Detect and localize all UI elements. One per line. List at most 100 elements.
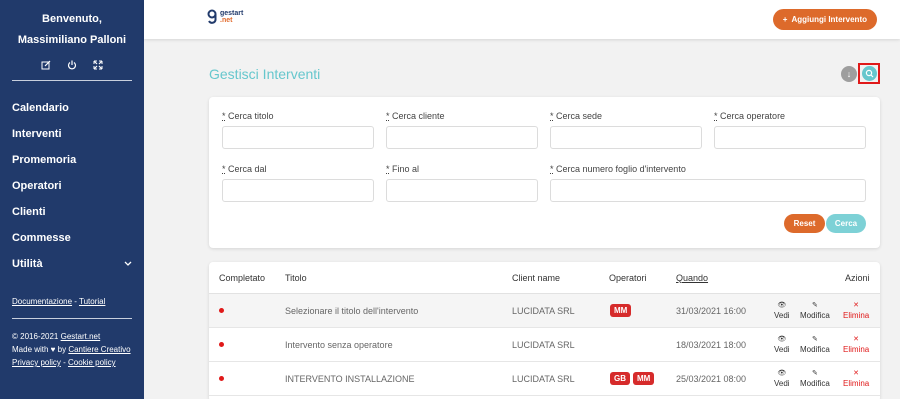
sidebar-item-label: Clienti (12, 206, 46, 218)
operator-badge: MM (610, 304, 632, 317)
edit-icon[interactable] (40, 60, 52, 72)
sidebar-item-operatori[interactable]: Operatori (0, 173, 144, 199)
close-icon: ✕ (853, 301, 860, 309)
search-fino-al-input[interactable] (386, 179, 538, 202)
add-intervention-label: Aggiungi Intervento (791, 15, 867, 24)
table-header: Completato Titolo Client name Operatori … (209, 262, 880, 294)
filter-dal: * Cerca dal (222, 164, 374, 202)
col-completato: Completato (219, 272, 266, 283)
sidebar-item-label: Promemoria (12, 154, 77, 166)
gestart-link[interactable]: Gestart.net (61, 332, 101, 341)
logo-subtext: .net (220, 17, 233, 24)
col-quando-sort[interactable]: Quando (676, 262, 708, 293)
search-button[interactable]: Cerca (826, 214, 866, 233)
row-title: Selezionare il titolo dell'intervento (285, 305, 419, 316)
search-filters-panel: * Cerca titolo * Cerca cliente * Cerca s… (209, 97, 880, 248)
row-title: Intervento senza operatore (285, 339, 393, 350)
view-button[interactable]: 👁 Vedi (774, 328, 790, 361)
sidebar: Benvenuto, Massimiliano Palloni Calendar… (0, 0, 144, 399)
col-titolo: Titolo (285, 272, 307, 283)
chevron-down-icon (124, 259, 132, 269)
cookie-policy-link[interactable]: Cookie policy (68, 358, 116, 367)
sidebar-item-clienti[interactable]: Clienti (0, 199, 144, 225)
delete-button[interactable]: ✕ Elimina (843, 362, 869, 395)
eye-icon: 👁 (777, 369, 787, 377)
sidebar-item-calendario[interactable]: Calendario (0, 95, 144, 121)
close-icon: ✕ (853, 369, 860, 377)
status-incomplete (219, 362, 224, 395)
col-operatori: Operatori (609, 272, 647, 283)
eye-icon: 👁 (777, 335, 787, 343)
made-with-text: Made with ♥ by (12, 345, 69, 354)
row-title: INTERVENTO INSTALLAZIONE (285, 373, 415, 384)
search-titolo-input[interactable] (222, 126, 374, 149)
page-title: Gestisci Interventi (209, 66, 321, 82)
filter-label: Cerca numero foglio d'intervento (556, 164, 686, 174)
delete-label: Elimina (843, 344, 870, 354)
sidebar-divider (12, 318, 132, 319)
delete-button[interactable]: ✕ Elimina (843, 294, 869, 327)
edit-label: Modifica (800, 310, 830, 320)
sidebar-item-label: Utilità (12, 258, 43, 270)
filter-label: Cerca sede (556, 111, 603, 121)
delete-label: Elimina (843, 310, 870, 320)
user-actions (0, 60, 144, 72)
link-separator: - (60, 358, 69, 367)
operator-badge: MM (633, 372, 655, 385)
search-icon (861, 66, 877, 81)
sidebar-item-utilita[interactable]: Utilità (0, 251, 144, 277)
logo[interactable]: gestart .net (207, 9, 243, 25)
view-button[interactable]: 👁 Vedi (774, 294, 790, 327)
edit-icon: ✎ (811, 335, 818, 343)
search-numero-foglio-input[interactable] (550, 179, 866, 202)
welcome-text: Benvenuto, Massimiliano Palloni (0, 0, 144, 47)
col-client-name: Client name (512, 272, 561, 283)
reset-button[interactable]: Reset (784, 214, 825, 233)
sidebar-nav: Calendario Interventi Promemoria Operato… (0, 95, 144, 277)
filter-sede: * Cerca sede (550, 111, 702, 149)
cantiere-creativo-link[interactable]: Cantiere Creativo (68, 345, 130, 354)
expand-icon[interactable] (92, 60, 104, 72)
required-mark: * (222, 164, 226, 174)
required-mark: * (714, 111, 718, 121)
edit-button[interactable]: ✎ Modifica (800, 362, 830, 395)
search-operatore-input[interactable] (714, 126, 866, 149)
col-azioni: Azioni (845, 272, 870, 283)
download-button[interactable]: ↓ (841, 66, 857, 82)
row-client: LUCIDATA SRL (512, 339, 575, 350)
user-name: Massimiliano Palloni (17, 34, 127, 46)
view-button[interactable]: 👁 Vedi (774, 362, 790, 395)
sidebar-divider (12, 80, 132, 81)
edit-icon: ✎ (811, 301, 818, 309)
search-toggle-button[interactable] (858, 63, 880, 84)
required-mark: * (550, 111, 554, 121)
filter-cliente: * Cerca cliente (386, 111, 538, 149)
sidebar-item-label: Commesse (12, 232, 71, 244)
eye-icon: 👁 (777, 301, 787, 309)
delete-button[interactable]: ✕ Elimina (843, 328, 869, 361)
search-sede-input[interactable] (550, 126, 702, 149)
sidebar-item-promemoria[interactable]: Promemoria (0, 147, 144, 173)
filter-operatore: * Cerca operatore (714, 111, 866, 149)
power-icon[interactable] (66, 60, 78, 72)
filter-label: Fino al (392, 164, 420, 174)
row-when: 25/03/2021 08:00 (676, 373, 747, 384)
delete-label: Elimina (843, 378, 870, 388)
logo-text: gestart (220, 10, 244, 17)
edit-label: Modifica (800, 378, 830, 388)
tutorial-link[interactable]: Tutorial (79, 297, 105, 306)
privacy-policy-link[interactable]: Privacy policy (12, 358, 61, 367)
row-client: LUCIDATA SRL (512, 373, 575, 384)
add-intervention-button[interactable]: + Aggiungi Intervento (772, 9, 877, 30)
filter-label: Cerca titolo (228, 111, 274, 121)
sidebar-item-interventi[interactable]: Interventi (0, 121, 144, 147)
edit-icon: ✎ (811, 369, 818, 377)
search-cliente-input[interactable] (386, 126, 538, 149)
sidebar-item-commesse[interactable]: Commesse (0, 225, 144, 251)
edit-button[interactable]: ✎ Modifica (800, 294, 830, 327)
welcome-greeting: Benvenuto, (42, 13, 102, 25)
edit-button[interactable]: ✎ Modifica (800, 328, 830, 361)
view-label: Vedi (774, 378, 790, 388)
documentation-link[interactable]: Documentazione (12, 297, 72, 306)
search-dal-input[interactable] (222, 179, 374, 202)
